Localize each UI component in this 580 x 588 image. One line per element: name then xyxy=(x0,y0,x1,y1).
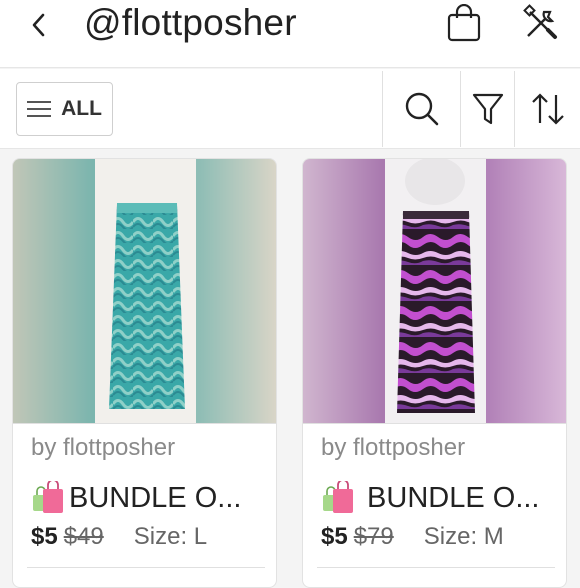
search-icon xyxy=(405,92,439,126)
wrench-screwdriver-icon xyxy=(523,4,557,39)
size-label: Size: L xyxy=(133,523,208,550)
price-row: $5 $49 Size: L xyxy=(31,523,207,551)
shopping-bags-emoji-icon xyxy=(323,481,353,513)
tools-button[interactable] xyxy=(522,4,560,42)
all-label: ALL xyxy=(61,97,102,120)
card-bottom-divider xyxy=(27,567,265,568)
toolbar-divider xyxy=(460,71,461,147)
search-button[interactable] xyxy=(402,89,442,129)
price: $5 xyxy=(31,523,58,550)
skirt-photo xyxy=(303,159,566,423)
menu-icon xyxy=(27,101,52,117)
back-button[interactable] xyxy=(26,10,54,40)
size-label: Size: M xyxy=(423,523,504,550)
price-row: $5 $79 Size: M xyxy=(321,523,504,551)
listing-photo[interactable] xyxy=(303,159,566,423)
seller-label[interactable]: by flottposher xyxy=(31,434,175,462)
skirt-photo xyxy=(13,159,276,423)
filter-icon xyxy=(472,93,504,125)
listing-photo[interactable] xyxy=(13,159,276,423)
listing-card[interactable]: by flottposher BUNDLE O... $5 $49 Size: … xyxy=(12,158,277,588)
price: $5 xyxy=(321,523,348,550)
sort-icon xyxy=(532,93,564,125)
page-title: @flottposher xyxy=(84,2,297,43)
toolbar-divider xyxy=(514,71,515,147)
listing-title-text: BUNDLE O... xyxy=(359,481,540,514)
bag-button[interactable] xyxy=(446,3,482,42)
chevron-left-icon xyxy=(32,13,45,37)
all-categories-button[interactable]: ALL xyxy=(16,82,113,136)
sort-button[interactable] xyxy=(528,89,568,129)
card-divider xyxy=(303,423,566,424)
listing-title-text: BUNDLE O... xyxy=(69,481,242,514)
listing-card[interactable]: by flottposher BUNDLE O... $5 $79 Size: … xyxy=(302,158,567,588)
original-price: $79 xyxy=(353,523,394,550)
card-divider xyxy=(13,423,276,424)
listing-title[interactable]: BUNDLE O... xyxy=(321,481,540,515)
shopping-bag-icon xyxy=(447,3,481,42)
listing-title[interactable]: BUNDLE O... xyxy=(31,481,241,515)
filter-button[interactable] xyxy=(468,89,508,129)
app-header: @flottposher xyxy=(0,0,580,68)
original-price: $49 xyxy=(63,523,104,550)
shopping-bags-emoji-icon xyxy=(33,481,63,513)
seller-label[interactable]: by flottposher xyxy=(321,434,465,462)
toolbar-divider xyxy=(382,71,383,147)
filter-toolbar: ALL xyxy=(0,69,580,149)
card-bottom-divider xyxy=(317,567,555,568)
